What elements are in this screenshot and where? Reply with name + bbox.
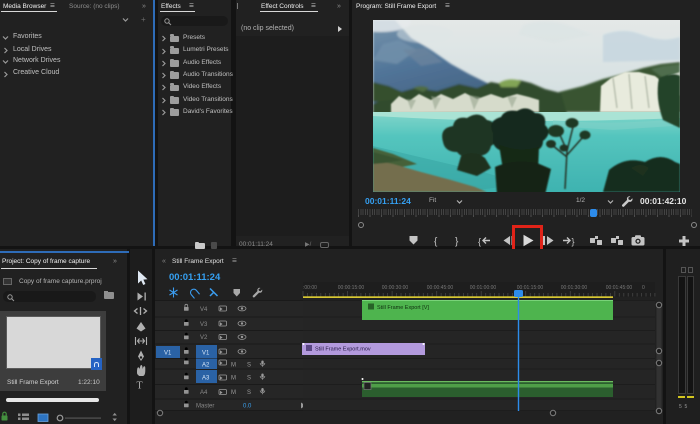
svg-text:00:01:00:00: 00:01:00:00	[470, 285, 497, 291]
svg-text:V2: V2	[200, 335, 208, 341]
svg-text:V1: V1	[202, 351, 210, 357]
svg-text:00:01:45:00: 00:01:45:00	[606, 285, 633, 291]
svg-text:A3: A3	[202, 376, 210, 382]
svg-text:00:00:45:00: 00:00:45:00	[427, 285, 454, 291]
svg-text:M: M	[231, 363, 236, 369]
svg-text:S: S	[247, 363, 251, 369]
svg-text:A4: A4	[200, 390, 208, 396]
svg-text:}: }	[572, 237, 575, 247]
svg-text:S: S	[247, 390, 251, 396]
svg-text:T: T	[137, 381, 143, 392]
svg-text:Still Frame Export.mov: Still Frame Export.mov	[315, 347, 371, 353]
svg-text:0.0: 0.0	[243, 404, 252, 410]
svg-text:Still Frame Export [V]: Still Frame Export [V]	[377, 305, 429, 311]
svg-text:M: M	[231, 376, 236, 382]
svg-text:V1: V1	[164, 351, 172, 357]
svg-text:S: S	[247, 376, 251, 382]
svg-text:0: 0	[642, 285, 645, 291]
svg-text:00:00:15:00: 00:00:15:00	[338, 285, 365, 291]
svg-text:00:01:30:00: 00:01:30:00	[561, 285, 588, 291]
svg-text:{: {	[434, 237, 438, 248]
svg-text:}: }	[455, 237, 459, 248]
svg-text:A2: A2	[202, 363, 210, 369]
svg-text:Master: Master	[196, 404, 214, 410]
svg-text:V3: V3	[200, 322, 208, 328]
svg-text::00:00: :00:00	[303, 285, 317, 291]
svg-text:M: M	[231, 390, 236, 396]
svg-text:V4: V4	[200, 307, 208, 313]
svg-text:00:00:30:00: 00:00:30:00	[382, 285, 409, 291]
svg-text:{: {	[478, 237, 481, 247]
